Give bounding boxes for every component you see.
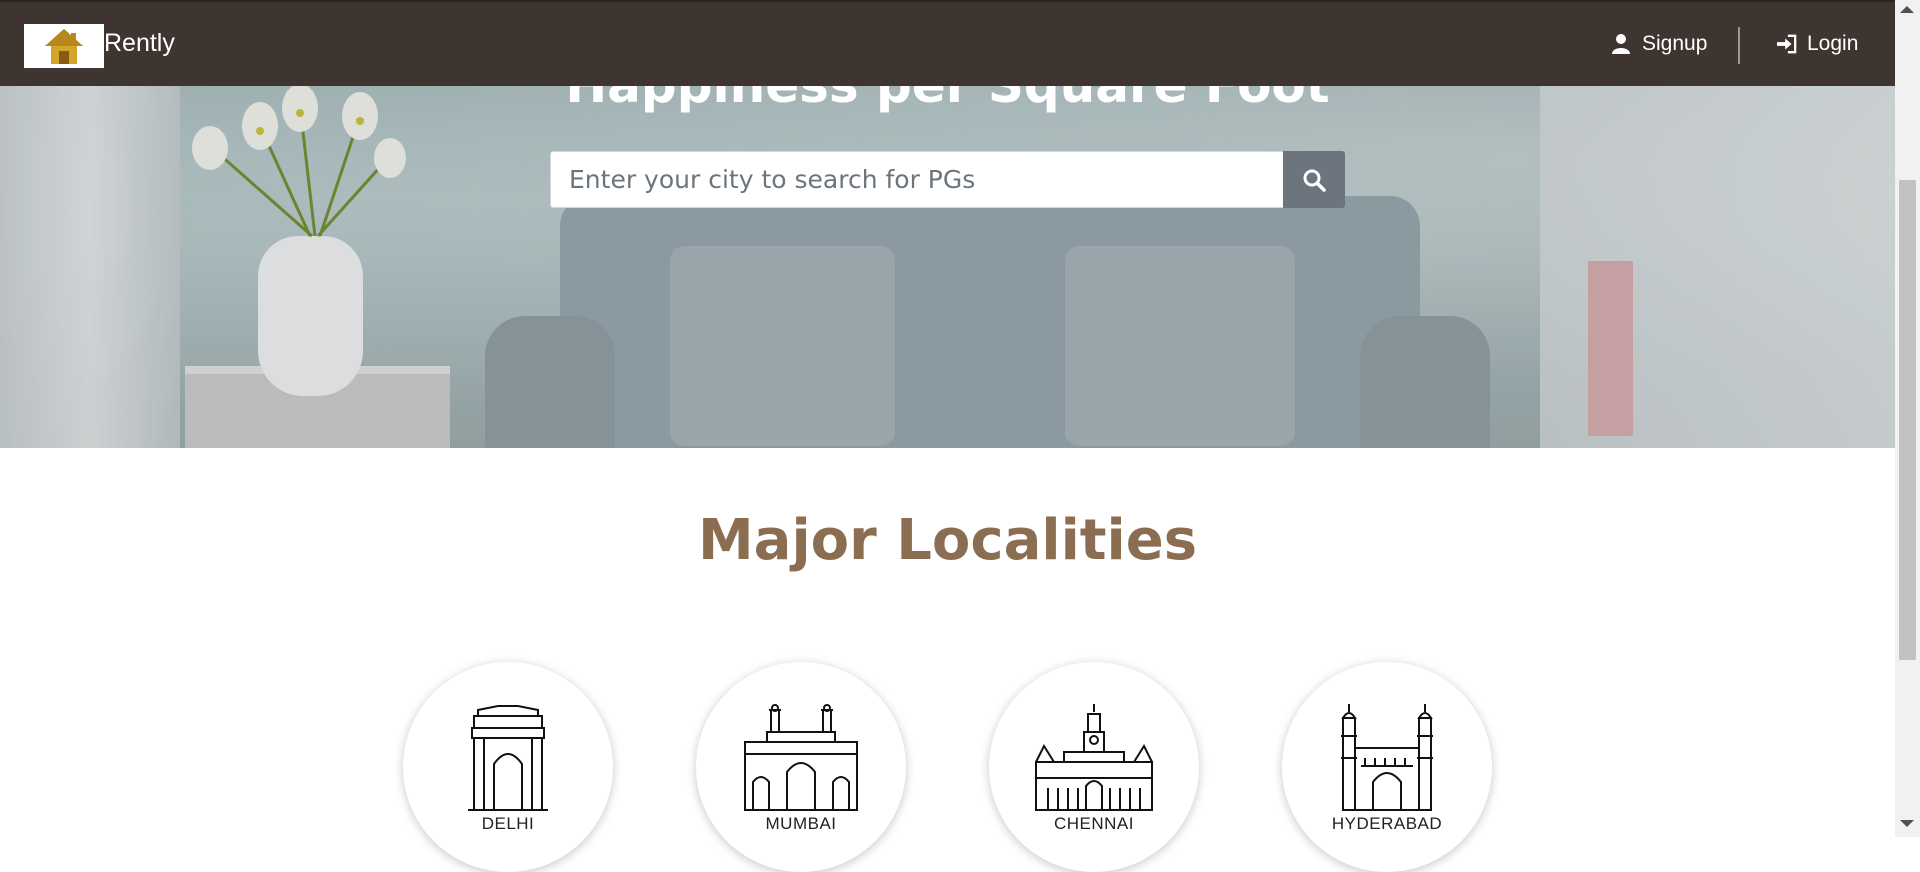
signup-label: Signup xyxy=(1642,32,1708,55)
city-card-delhi[interactable]: DELHI xyxy=(403,662,613,872)
login-link[interactable]: Login xyxy=(1777,32,1858,56)
chennai-central-icon xyxy=(1035,704,1153,811)
hero-overlay xyxy=(0,86,1895,448)
house-icon xyxy=(45,29,83,64)
search-button[interactable] xyxy=(1283,151,1345,208)
page-scrollbar[interactable] xyxy=(1895,0,1920,837)
user-icon xyxy=(1612,34,1632,54)
hero-banner: Happiness per Square Foot xyxy=(0,86,1895,448)
login-label: Login xyxy=(1807,32,1859,55)
logo[interactable] xyxy=(24,24,104,68)
localities-title: Major Localities xyxy=(697,508,1198,573)
city-card-chennai[interactable]: CHENNAI xyxy=(989,662,1199,872)
scroll-down-icon[interactable] xyxy=(1900,820,1914,827)
sign-in-icon xyxy=(1777,34,1797,54)
city-search-input[interactable] xyxy=(550,151,1283,208)
india-gate-icon xyxy=(468,705,548,811)
scroll-up-icon[interactable] xyxy=(1900,6,1914,13)
scroll-thumb[interactable] xyxy=(1899,180,1916,660)
gateway-of-india-icon xyxy=(744,704,858,811)
city-card-mumbai[interactable]: MUMBAI xyxy=(696,662,906,872)
brand-name[interactable]: Rently xyxy=(104,29,175,58)
signup-link[interactable]: Signup xyxy=(1612,32,1707,56)
search-icon xyxy=(1303,169,1326,192)
city-label: DELHI xyxy=(481,814,535,833)
city-label: MUMBAI xyxy=(765,814,837,833)
city-label: HYDERABAD xyxy=(1331,814,1443,833)
search-bar xyxy=(550,151,1345,208)
navbar: Rently Signup Login xyxy=(0,0,1895,86)
city-label: CHENNAI xyxy=(1053,814,1134,833)
hero-title: Happiness per Square Foot xyxy=(0,86,1895,114)
city-card-hyderabad[interactable]: HYDERABAD xyxy=(1282,662,1492,872)
charminar-icon xyxy=(1341,704,1433,811)
nav-divider xyxy=(1738,27,1740,64)
